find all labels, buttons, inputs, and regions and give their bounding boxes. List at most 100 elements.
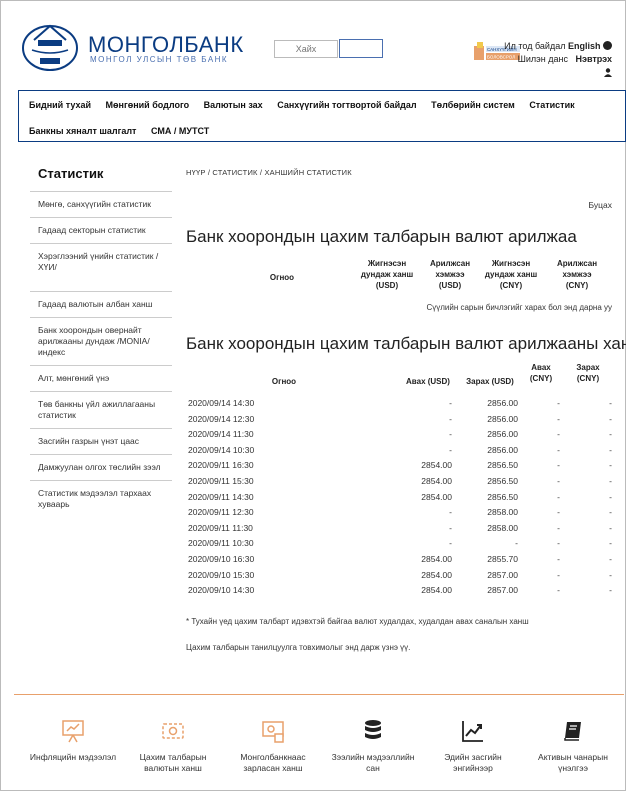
row-sell-usd: 2856.00 bbox=[487, 429, 518, 440]
row-buy-cny: - bbox=[557, 444, 560, 455]
t1-header-date: Огноо bbox=[269, 273, 295, 282]
footer-official-rates[interactable]: Монголбанкнаас зарласан ханш bbox=[228, 718, 318, 774]
back-link[interactable]: Буцах bbox=[589, 200, 613, 210]
table-row: 2020/09/11 16:30 2854.00 2856.50 - - bbox=[188, 458, 612, 473]
row-date: 2020/09/14 14:30 bbox=[188, 398, 255, 408]
nav-item-financial-stability[interactable]: Санхүүгийн тогтвортой байдал bbox=[277, 100, 416, 110]
globe-icon[interactable] bbox=[603, 41, 612, 50]
table-row: 2020/09/10 15:30 2854.00 2857.00 - - bbox=[188, 568, 612, 583]
row-sell-cny: - bbox=[609, 569, 612, 580]
sidebar-item-cb-operations[interactable]: Төв банкны үйл ажиллагааны статистик bbox=[30, 392, 172, 429]
row-sell-usd: 2856.00 bbox=[487, 413, 518, 424]
table-row: 2020/09/14 10:30 - 2856.00 - - bbox=[188, 443, 612, 458]
user-icon[interactable] bbox=[604, 68, 612, 77]
footer-inflation[interactable]: Инфляцийн мэдээлэл bbox=[28, 718, 118, 763]
footer-divider bbox=[14, 694, 624, 695]
sidebar-item-onlending-loans[interactable]: Дамжуулан олгох төслийн зээл bbox=[30, 455, 172, 481]
exchange-icon bbox=[162, 723, 184, 739]
sidebar-item-cpi-stats[interactable]: Хэрэглээний үнийн статистик /ХҮИ/ bbox=[30, 244, 172, 292]
login-link[interactable]: Нэвтрэх bbox=[575, 54, 612, 64]
row-date: 2020/09/14 10:30 bbox=[188, 444, 255, 455]
brand-subtitle: МОНГОЛ УЛСЫН ТӨВ БАНК bbox=[90, 55, 229, 64]
footer-label-economics-simple: Эдийн засгийн энгийнээр bbox=[444, 752, 502, 773]
sidebar-item-monetary-stats[interactable]: Мөнгө, санхүүгийн статистик bbox=[30, 192, 172, 218]
t1-header-avg-cny: Жигнэсэн дундаж ханш (CNY) bbox=[484, 259, 538, 290]
row-date: 2020/09/11 11:30 bbox=[188, 522, 253, 533]
row-buy-usd: 2854.00 bbox=[421, 460, 452, 471]
row-date: 2020/09/14 11:30 bbox=[188, 429, 254, 440]
transparency-link[interactable]: Ил тод байдал bbox=[504, 41, 565, 51]
row-sell-cny: - bbox=[609, 444, 612, 455]
main-navigation: Бидний тухай Мөнгөний бодлого Валютын за… bbox=[18, 90, 626, 142]
row-date: 2020/09/14 12:30 bbox=[188, 413, 255, 424]
row-date: 2020/09/11 16:30 bbox=[188, 460, 254, 471]
table-row: 2020/09/14 12:30 - 2856.00 - - bbox=[188, 412, 612, 427]
sidebar-item-release-calendar[interactable]: Статистик мэдээлэл тархаах хуваарь bbox=[30, 481, 172, 517]
row-buy-cny: - bbox=[557, 476, 560, 486]
row-sell-cny: - bbox=[609, 460, 612, 471]
row-date: 2020/09/11 14:30 bbox=[188, 491, 254, 502]
t1-header-vol-usd: Арилжсан хэмжээ (USD) bbox=[429, 259, 471, 290]
footer-label-asset-quality: Активын чанарын үнэлгээ bbox=[538, 752, 608, 773]
sidebar-item-external-stats[interactable]: Гадаад секторын статистик bbox=[30, 218, 172, 244]
nav-item-payment-system[interactable]: Төлбөрийн систем bbox=[431, 100, 515, 110]
t2-header-buy-cny: Авах (CNY) bbox=[529, 363, 553, 383]
database-icon bbox=[365, 720, 381, 739]
english-link[interactable]: English bbox=[568, 41, 601, 51]
row-buy-cny: - bbox=[557, 398, 560, 408]
nav-item-fx-market[interactable]: Валютын зах bbox=[204, 100, 263, 110]
search-button[interactable] bbox=[339, 39, 383, 58]
nav-item-cma[interactable]: СМА / МУТСТ bbox=[151, 126, 209, 136]
sidebar-item-gold-silver[interactable]: Алт, мөнгөний үнэ bbox=[30, 366, 172, 392]
footer-label-credit-database: Зээлийн мэдээллийн сан bbox=[331, 752, 415, 773]
mongolbank-logo-emblem[interactable] bbox=[20, 20, 80, 72]
row-sell-usd: 2858.00 bbox=[487, 522, 518, 533]
search-input[interactable] bbox=[274, 40, 338, 58]
row-sell-cny: - bbox=[609, 413, 612, 424]
row-date: 2020/09/11 15:30 bbox=[188, 476, 254, 486]
table-row: 2020/09/11 11:30 - 2858.00 - - bbox=[188, 521, 612, 536]
sidebar-title: Статистик bbox=[30, 162, 172, 192]
nav-item-bank-supervision[interactable]: Банкны хяналт шалгалт bbox=[29, 126, 136, 136]
row-sell-cny: - bbox=[609, 398, 612, 408]
glass-account-link[interactable]: Шилэн данс bbox=[518, 54, 568, 64]
footer-e-rates[interactable]: Цахим талбарын валютын ханш bbox=[128, 718, 218, 774]
row-sell-cny: - bbox=[609, 585, 612, 596]
book-icon bbox=[564, 722, 581, 741]
row-sell-usd: 2857.00 bbox=[487, 585, 518, 596]
last-month-link[interactable]: Сүүлийн сарын бичлэгийг харах бол энд да… bbox=[426, 303, 612, 312]
table-row: 2020/09/10 16:30 2854.00 2855.70 - - bbox=[188, 552, 612, 567]
sidebar-item-gov-securities[interactable]: Засгийн газрын үнэт цаас bbox=[30, 429, 172, 455]
sidebar-item-official-rates[interactable]: Гадаад валютын албан ханш bbox=[30, 292, 172, 318]
row-sell-cny: - bbox=[609, 554, 612, 564]
trend-chart-icon bbox=[462, 721, 483, 742]
nav-item-statistics[interactable]: Статистик bbox=[529, 100, 574, 110]
row-buy-usd: 2854.00 bbox=[421, 554, 452, 564]
row-buy-usd: - bbox=[449, 444, 452, 455]
row-date: 2020/09/11 12:30 bbox=[188, 507, 254, 518]
row-buy-cny: - bbox=[557, 491, 560, 502]
row-date: 2020/09/10 15:30 bbox=[188, 569, 255, 580]
row-sell-cny: - bbox=[609, 476, 612, 486]
breadcrumb[interactable]: НҮҮР / СТАТИСТИК / ХАНШИЙН СТАТИСТИК bbox=[186, 168, 352, 177]
t1-header-vol-cny: Арилжсан хэмжээ (CNY) bbox=[556, 259, 598, 290]
row-buy-usd: - bbox=[449, 522, 452, 533]
sidebar-item-monia-index[interactable]: Банк хоорондын овернайт арилжааны дундаж… bbox=[30, 318, 172, 366]
row-sell-usd: 2856.00 bbox=[487, 444, 518, 455]
nav-item-monetary-policy[interactable]: Мөнгөний бодлого bbox=[106, 100, 190, 110]
table-row: 2020/09/14 14:30 - 2856.00 - - bbox=[188, 396, 612, 411]
table-row: 2020/09/11 10:30 - - - - bbox=[188, 536, 612, 551]
footer-asset-quality[interactable]: Активын чанарын үнэлгээ bbox=[528, 718, 618, 774]
footer-label-inflation: Инфляцийн мэдээлэл bbox=[29, 752, 117, 762]
row-sell-cny: - bbox=[609, 429, 612, 440]
footer-economics-simple[interactable]: Эдийн засгийн энгийнээр bbox=[428, 718, 518, 774]
brochure-link[interactable]: Цахим талбарын танилцуулга товхимолыг эн… bbox=[186, 643, 410, 652]
row-date: 2020/09/10 16:30 bbox=[188, 554, 255, 564]
footer-credit-database[interactable]: Зээлийн мэдээллийн сан bbox=[328, 718, 418, 774]
footer-label-e-rates: Цахим талбарын валютын ханш bbox=[139, 752, 207, 773]
nav-item-about[interactable]: Бидний тухай bbox=[29, 100, 91, 110]
table-row: 2020/09/14 11:30 - 2856.00 - - bbox=[188, 427, 612, 442]
presentation-chart-icon bbox=[62, 720, 84, 743]
row-buy-cny: - bbox=[557, 585, 560, 596]
row-sell-usd: 2856.50 bbox=[487, 460, 518, 471]
